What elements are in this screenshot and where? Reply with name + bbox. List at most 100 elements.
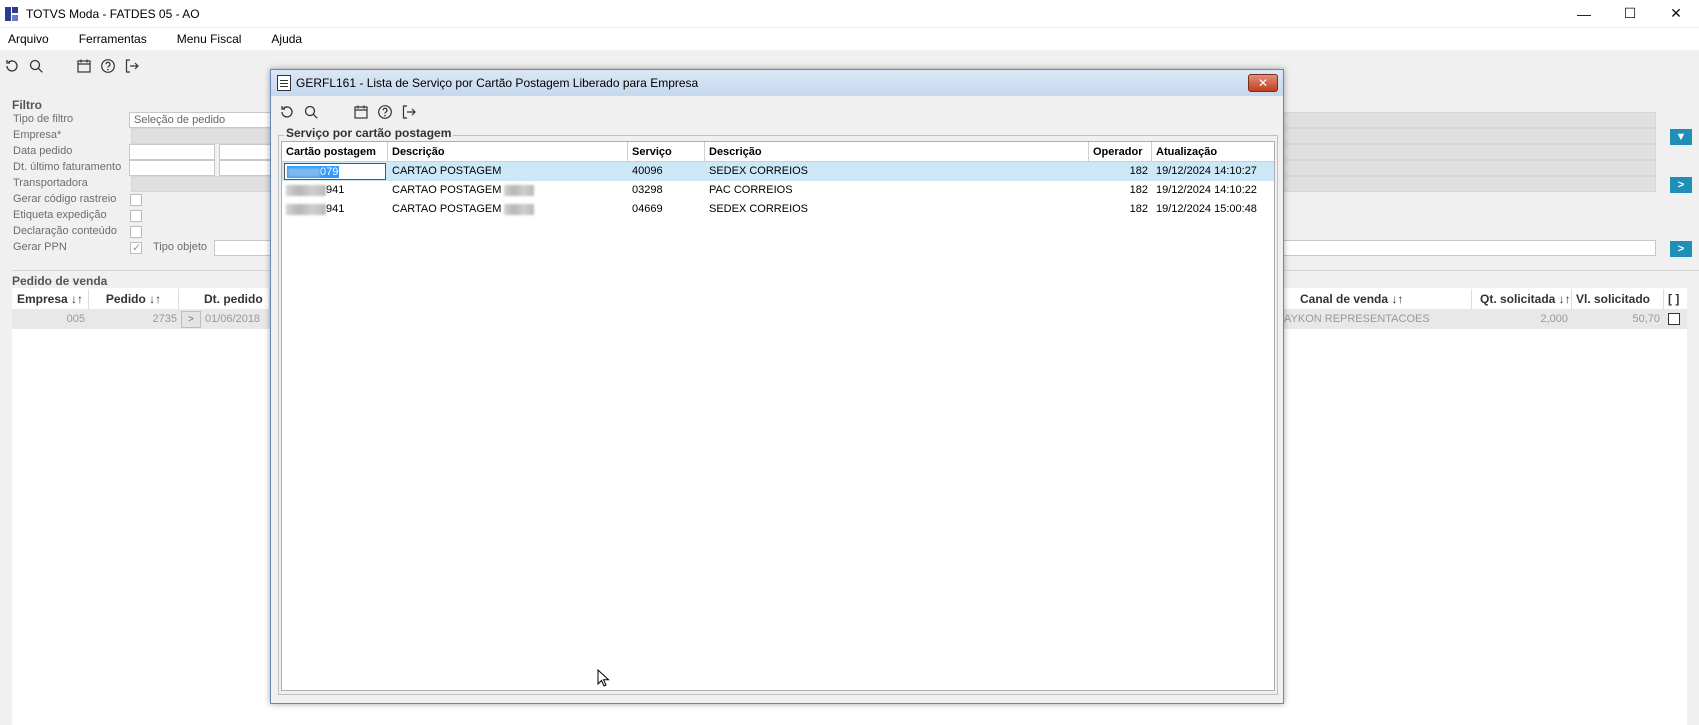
data-pedido-inicio[interactable] [129, 144, 215, 160]
app-logo-icon [4, 6, 20, 22]
search-icon[interactable] [24, 54, 48, 78]
pedido-title: Pedido de venda [12, 274, 108, 288]
col-descricao-servico[interactable]: Descrição [705, 142, 1089, 162]
label-data-pedido: Data pedido [13, 145, 73, 157]
col-pedido[interactable]: Pedido ↓↑ [89, 289, 179, 309]
table-row[interactable]: 941 CARTAO POSTAGEM 04669 SEDEX CORREIOS… [282, 200, 1274, 219]
label-empresa: Empresa* [13, 129, 62, 141]
filter-field-right-6 [1283, 240, 1656, 256]
search-icon[interactable] [299, 100, 323, 124]
next-button-1[interactable]: > [1670, 177, 1692, 193]
menu-bar: Arquivo Ferramentas Menu Fiscal Ajuda [0, 28, 1699, 50]
cell-cartao-postagem[interactable]: 079 [284, 163, 386, 180]
col-dt-pedido[interactable]: Dt. pedido ↓ [202, 289, 270, 326]
pedido-detail-button[interactable]: > [181, 311, 201, 328]
title-bar: TOTVS Moda - FATDES 05 - AO — ☐ ✕ [0, 0, 1699, 27]
col-vl-solicitado[interactable]: Vl. solicitado ↓↑ [1572, 289, 1664, 326]
transportadora-field[interactable] [131, 176, 271, 192]
calendar-icon[interactable] [72, 54, 96, 78]
gerar-codigo-rastreio-checkbox[interactable] [130, 194, 142, 206]
calendar-icon[interactable] [349, 100, 373, 124]
dialog-close-button[interactable]: ✕ [1248, 74, 1278, 92]
empresa-field[interactable] [131, 128, 271, 144]
tipo-filtro-select[interactable]: Seleção de pedido [129, 112, 271, 128]
next-button-2[interactable]: > [1670, 241, 1692, 257]
cell-descricao: CARTAO POSTAGEM [388, 200, 628, 219]
service-list-dialog: GERFL161 - Lista de Serviço por Cartão P… [270, 69, 1284, 704]
cell-descricao-servico: SEDEX CORREIOS [709, 203, 809, 215]
help-icon[interactable] [96, 54, 120, 78]
filter-icon[interactable]: ▼ [1670, 129, 1692, 145]
label-gerar-codigo-rastreio: Gerar código rastreio [13, 193, 117, 205]
table-row[interactable]: 079 CARTAO POSTAGEM 40096 SEDEX CORREIOS… [282, 162, 1274, 181]
exit-icon[interactable] [397, 100, 421, 124]
cartao-value: 079 [320, 166, 339, 178]
table-row[interactable]: 941 CARTAO POSTAGEM 03298 PAC CORREIOS 1… [282, 181, 1274, 200]
col-select[interactable]: [ ] [1668, 289, 1684, 309]
cell-dt-pedido: 01/06/2018 [205, 313, 261, 325]
minimize-button[interactable]: — [1561, 0, 1607, 27]
close-button[interactable]: ✕ [1653, 0, 1699, 27]
mouse-cursor-icon [597, 669, 610, 687]
document-icon [277, 75, 291, 91]
dt-faturamento-fim[interactable] [219, 160, 271, 176]
col-qt-solicitada[interactable]: Qt. solicitada ↓↑ [1476, 289, 1572, 309]
cell-servico: 03298 [632, 184, 663, 196]
cell-cartao-postagem: 941 [282, 181, 388, 200]
filter-field-right-5 [1283, 176, 1656, 192]
dialog-title-bar: GERFL161 - Lista de Serviço por Cartão P… [271, 70, 1283, 96]
label-gerar-ppn: Gerar PPN [13, 241, 67, 253]
window-title: TOTVS Moda - FATDES 05 - AO [26, 6, 200, 21]
filter-field-right-2 [1283, 128, 1656, 144]
label-declaracao-conteudo: Declaração conteúdo [13, 225, 117, 237]
col-cartao-postagem[interactable]: Cartão postagem [282, 142, 388, 162]
cell-descricao: CARTAO POSTAGEM [392, 165, 502, 177]
cell-descricao: CARTAO POSTAGEM [388, 181, 628, 200]
data-pedido-fim[interactable] [219, 144, 271, 160]
col-servico[interactable]: Serviço [628, 142, 705, 162]
cell-empresa: 005 [66, 313, 85, 325]
exit-icon[interactable] [120, 54, 144, 78]
col-canal-venda[interactable]: Canal de venda ↓↑ [1296, 289, 1472, 309]
label-dt-ultimo-faturamento: Dt. último faturamento [13, 161, 122, 173]
col-empresa[interactable]: Empresa ↓↑ [13, 289, 89, 309]
dt-faturamento-inicio[interactable] [129, 160, 215, 176]
refresh-icon[interactable] [0, 54, 24, 78]
gerar-ppn-checkbox[interactable] [130, 241, 142, 254]
filter-field-right-4 [1283, 160, 1656, 176]
service-table: Cartão postagem Descrição Serviço Descri… [281, 141, 1275, 691]
help-icon[interactable] [373, 100, 397, 124]
cell-pedido: 2735 [152, 313, 177, 325]
cell-cartao-postagem: 941 [282, 200, 388, 219]
row-select-checkbox[interactable] [1668, 313, 1680, 325]
filter-title: Filtro [12, 98, 42, 112]
refresh-icon[interactable] [275, 100, 299, 124]
cell-descricao-servico: PAC CORREIOS [709, 184, 793, 196]
cell-atualizacao: 19/12/2024 14:10:27 [1156, 165, 1257, 177]
menu-fiscal[interactable]: Menu Fiscal [177, 32, 242, 46]
filter-field-right-1 [1283, 112, 1656, 128]
maximize-button[interactable]: ☐ [1607, 0, 1653, 27]
col-atualizacao[interactable]: Atualização [1152, 142, 1274, 162]
label-etiqueta-expedicao: Etiqueta expedição [13, 209, 107, 221]
cell-servico: 04669 [632, 203, 663, 215]
cell-operador: 182 [1129, 165, 1148, 177]
tipo-objeto-field[interactable] [214, 240, 271, 256]
cell-qt-solicitada: 2,000 [1540, 313, 1568, 325]
menu-ferramentas[interactable]: Ferramentas [79, 32, 147, 46]
label-transportadora: Transportadora [13, 177, 88, 189]
menu-ajuda[interactable]: Ajuda [271, 32, 302, 46]
label-tipo-objeto: Tipo objeto [153, 241, 208, 253]
cell-atualizacao: 19/12/2024 14:10:22 [1156, 184, 1257, 196]
col-descricao[interactable]: Descrição [388, 142, 628, 162]
declaracao-conteudo-checkbox[interactable] [130, 226, 142, 238]
cell-atualizacao: 19/12/2024 15:00:48 [1156, 203, 1257, 215]
col-operador[interactable]: Operador [1089, 142, 1152, 162]
dialog-toolbar [275, 100, 421, 124]
main-toolbar [0, 52, 144, 80]
label-tipo-filtro: Tipo de filtro [13, 113, 74, 125]
menu-arquivo[interactable]: Arquivo [8, 32, 49, 46]
cell-descricao-servico: SEDEX CORREIOS [709, 165, 809, 177]
etiqueta-expedicao-checkbox[interactable] [130, 210, 142, 222]
cell-canal-venda: AYKON REPRESENTACOES [1284, 313, 1430, 325]
